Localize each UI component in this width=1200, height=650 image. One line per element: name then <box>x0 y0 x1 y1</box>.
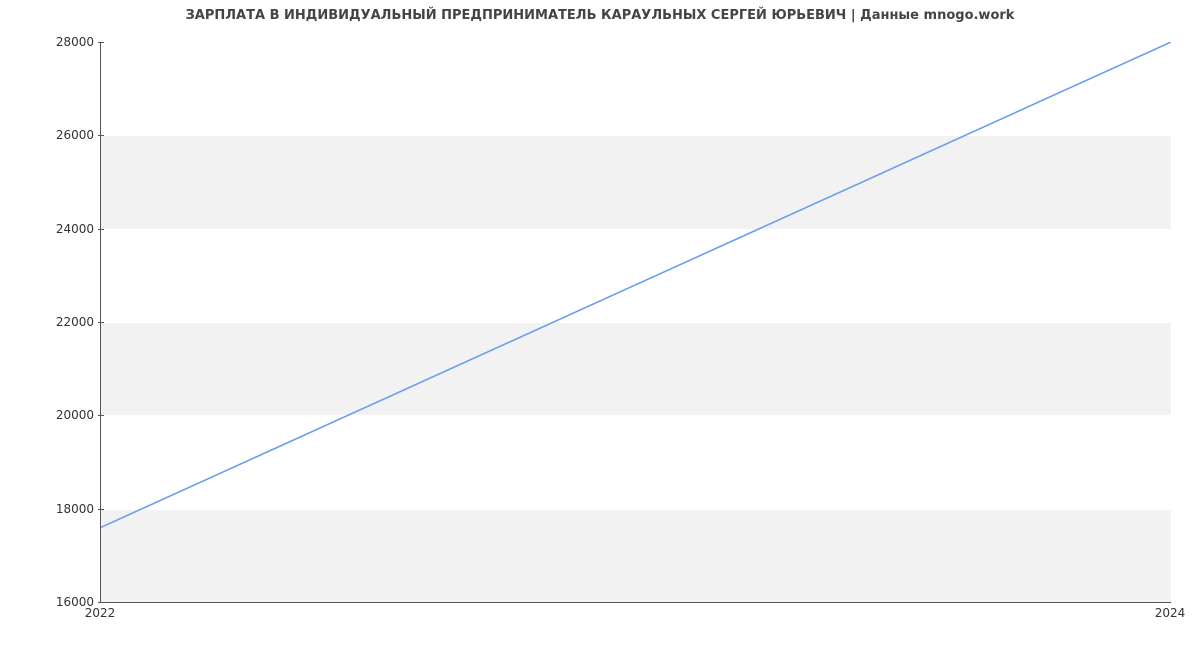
y-tick-label: 16000 <box>4 595 94 609</box>
y-tick-label: 26000 <box>4 128 94 142</box>
y-tick-label: 18000 <box>4 502 94 516</box>
plot-area <box>100 42 1171 603</box>
y-tick-label: 24000 <box>4 222 94 236</box>
y-tick-label: 28000 <box>4 35 94 49</box>
y-gridline <box>101 602 1171 603</box>
y-tick-label: 20000 <box>4 408 94 422</box>
line-series <box>101 42 1171 602</box>
x-tick-label: 2022 <box>85 606 116 620</box>
chart-title: ЗАРПЛАТА В ИНДИВИДУАЛЬНЫЙ ПРЕДПРИНИМАТЕЛ… <box>0 8 1200 23</box>
x-tick-label: 2024 <box>1155 606 1186 620</box>
y-tick-label: 22000 <box>4 315 94 329</box>
